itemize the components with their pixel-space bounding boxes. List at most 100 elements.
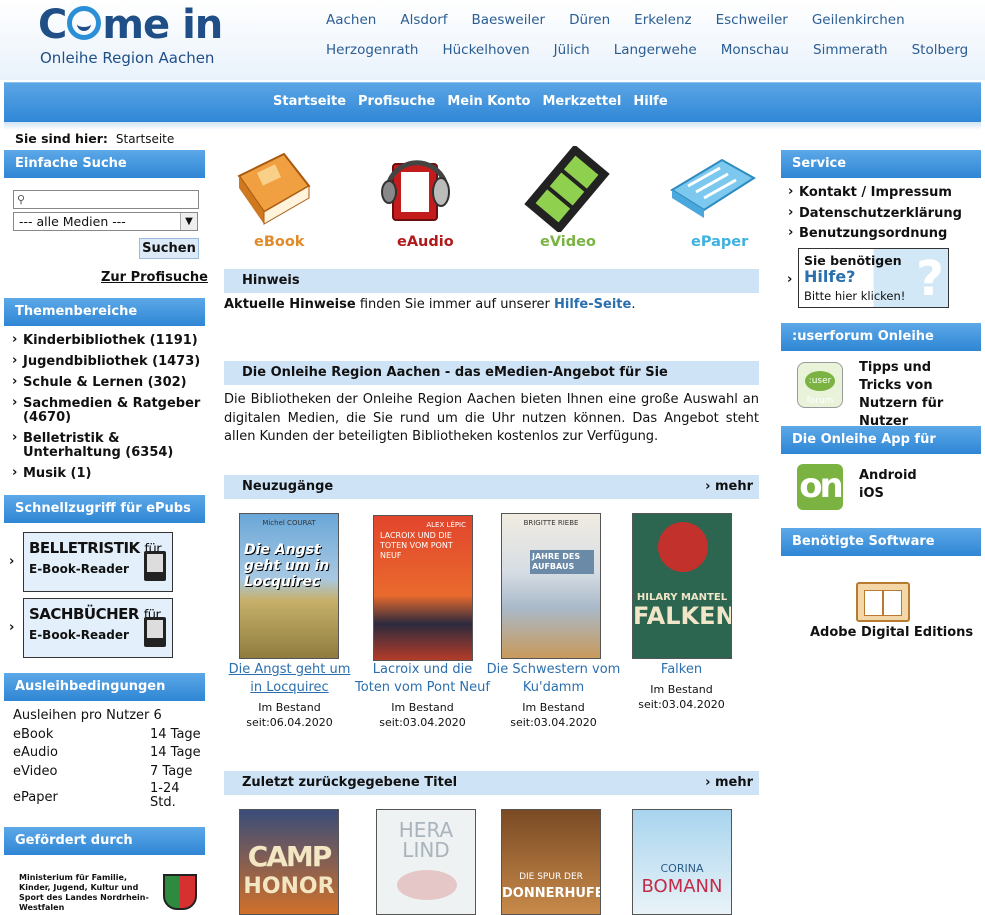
cover-title: DONNERHUFE — [502, 886, 601, 901]
quick-sachbuecher-sub: E-Book-Reader — [29, 628, 129, 642]
new-items-header: Neuzugänge › mehr — [224, 475, 759, 499]
book-date: seit:03.04.2020 — [638, 698, 725, 711]
nav-merkzettel[interactable]: Merkzettel — [542, 94, 621, 109]
cover-title: CAMP — [247, 840, 333, 873]
help-line-1: Sie benötigen — [804, 253, 902, 268]
theme-item-musik[interactable]: Musik (1) — [12, 466, 202, 481]
book-title-link[interactable]: Lacroix und die Toten vom Pont Neuf — [355, 661, 490, 697]
town-link-dueren[interactable]: Düren — [569, 12, 610, 28]
userforum-logo-text: :user forum — [805, 371, 835, 406]
town-link-alsdorf[interactable]: Alsdorf — [400, 12, 447, 28]
adobe-digital-editions-label[interactable]: Adobe Digital Editions — [810, 625, 973, 640]
ebook-label[interactable]: eBook — [254, 234, 304, 250]
book-cover[interactable]: HILARY MANTEL FALKEN — [632, 513, 732, 659]
book-cover[interactable]: CORINA BOMANN — [632, 809, 732, 915]
nav-startseite[interactable]: Startseite — [273, 94, 346, 109]
chevron-down-icon: ▼ — [180, 213, 197, 230]
nav-mein-konto[interactable]: Mein Konto — [447, 94, 530, 109]
chevron-right-icon: › — [9, 620, 15, 635]
town-link-juelich[interactable]: Jülich — [554, 42, 590, 58]
book-cover[interactable]: HERA LIND — [376, 809, 476, 915]
sponsor-text: Ministerium für Familie, Kinder, Jugend,… — [19, 873, 149, 912]
cover-author: Michel COURAT — [262, 519, 316, 527]
loan-type: eBook — [13, 726, 54, 742]
service-datenschutz-link[interactable]: Datenschutzerklärung — [788, 206, 962, 221]
app-ios-link[interactable]: iOS — [859, 485, 917, 503]
book-status: Im Bestand — [522, 701, 585, 714]
ebook-icon[interactable] — [229, 146, 319, 232]
book-cover[interactable]: CAMP HONOR — [239, 809, 339, 915]
eaudio-label[interactable]: eAudio — [397, 234, 454, 250]
quick-sachbuecher-button[interactable]: SACHBÜCHER für E-Book-Reader — [23, 598, 173, 658]
loan-duration: 1-24 Std. — [150, 781, 180, 810]
hint-mid: finden Sie immer auf unserer — [355, 297, 554, 312]
epaper-label[interactable]: ePaper — [691, 234, 748, 250]
service-kontakt-link[interactable]: Kontakt / Impressum — [788, 185, 962, 200]
quick-belletristik-sub: E-Book-Reader — [29, 562, 129, 576]
book-status: Im Bestand — [258, 701, 321, 714]
book-title-link[interactable]: Falken — [614, 661, 749, 679]
new-items-more-link[interactable]: › mehr — [705, 479, 753, 494]
theme-item-schule-lernen[interactable]: Schule & Lernen (302) — [12, 375, 202, 390]
book-title-link[interactable]: Die Angst geht um in Locquirec — [222, 661, 357, 697]
nav-profisuche[interactable]: Profisuche — [358, 94, 435, 109]
loan-type: eVideo — [13, 763, 58, 779]
town-links-row-1: Aachen Alsdorf Baesweiler Düren Erkelenz… — [326, 12, 929, 28]
service-benutzungsordnung-link[interactable]: Benutzungsordnung — [788, 226, 962, 241]
book-cover[interactable]: Michel COURAT Die Angst geht um in Locqu… — [239, 513, 339, 659]
returned-more-link[interactable]: › mehr — [705, 775, 753, 790]
userforum-text[interactable]: Tipps und Tricks von Nutzern für Nutzer — [859, 359, 974, 431]
nav-hilfe[interactable]: Hilfe — [633, 94, 667, 109]
loan-type: ePaper — [13, 790, 58, 805]
search-icon: ⚲ — [17, 193, 26, 206]
epaper-icon[interactable] — [668, 146, 758, 232]
search-button[interactable]: Suchen — [139, 238, 199, 259]
town-link-hueckelhoven[interactable]: Hückelhoven — [442, 42, 529, 58]
onleihe-app-logo[interactable]: on — [797, 464, 844, 510]
book-cover[interactable]: DIE SPUR DER DONNERHUFE — [501, 809, 601, 915]
theme-item-jugendbibliothek[interactable]: Jugendbibliothek (1473) — [12, 354, 202, 369]
theme-item-sachmedien[interactable]: Sachmedien & Ratgeber (4670) — [12, 396, 202, 425]
help-banner-button[interactable]: Sie benötigen Hilfe? Bitte hier klicken!… — [798, 248, 949, 308]
main-nav: Startseite Profisuche Mein Konto Merkzet… — [4, 82, 981, 122]
evideo-label[interactable]: eVideo — [540, 234, 596, 250]
town-link-geilenkirchen[interactable]: Geilenkirchen — [812, 12, 905, 28]
town-link-aachen[interactable]: Aachen — [326, 12, 376, 28]
town-link-erkelenz[interactable]: Erkelenz — [634, 12, 691, 28]
intro-header: Die Onleihe Region Aachen - das eMedien-… — [224, 361, 759, 385]
town-link-langerwehe[interactable]: Langerwehe — [614, 42, 697, 58]
profisuche-link[interactable]: Zur Profisuche — [101, 270, 208, 285]
theme-item-belletristik[interactable]: Belletristik & Unterhaltung (6354) — [12, 431, 202, 460]
cover-title: LIND — [402, 838, 450, 862]
media-type-select[interactable]: --- alle Medien --- ▼ — [13, 212, 198, 231]
town-link-herzogenrath[interactable]: Herzogenrath — [326, 42, 418, 58]
town-link-simmerath[interactable]: Simmerath — [813, 42, 888, 58]
book-date: seit:03.04.2020 — [510, 716, 597, 729]
loan-duration: 7 Tage — [150, 763, 193, 779]
userforum-logo[interactable]: :user forum — [797, 362, 843, 408]
search-input[interactable]: ⚲ — [13, 190, 199, 209]
hint-bold: Aktuelle Hinweise — [224, 297, 356, 312]
book-cover[interactable]: BRIGITTE RIEBE JAHRE DES AUFBAUS — [501, 513, 601, 659]
quick-belletristik-button[interactable]: BELLETRISTIK für E-Book-Reader — [23, 532, 173, 592]
teacup-icon — [397, 870, 457, 900]
book-title-link[interactable]: Die Schwestern vom Ku'damm — [486, 661, 621, 697]
town-link-monschau[interactable]: Monschau — [721, 42, 789, 58]
adobe-digital-editions-icon[interactable] — [856, 582, 910, 622]
cover-title: BOMANN — [641, 876, 723, 897]
cover-title: LACROIX UND DIE TOTEN VOM PONT NEUF — [380, 531, 453, 560]
app-android-link[interactable]: Android — [859, 467, 917, 485]
book-cover[interactable]: ALEX LÉPIC LACROIX UND DIE TOTEN VOM PON… — [373, 515, 473, 661]
eaudio-icon[interactable] — [375, 146, 465, 232]
onleihe-logo[interactable]: Cme in Onleihe Region Aachen — [38, 2, 238, 70]
cover-author: ALEX LÉPIC — [426, 521, 466, 529]
cover-title: HONOR — [243, 874, 335, 899]
evideo-icon[interactable] — [522, 146, 612, 232]
theme-item-kinderbibliothek[interactable]: Kinderbibliothek (1191) — [12, 333, 202, 348]
town-link-eschweiler[interactable]: Eschweiler — [716, 12, 788, 28]
town-link-baesweiler[interactable]: Baesweiler — [472, 12, 546, 28]
new-items-title: Neuzugänge — [242, 479, 334, 494]
help-page-link[interactable]: Hilfe-Seite — [554, 297, 631, 312]
sponsor-header: Gefördert durch — [4, 827, 205, 855]
town-link-stolberg[interactable]: Stolberg — [912, 42, 969, 58]
